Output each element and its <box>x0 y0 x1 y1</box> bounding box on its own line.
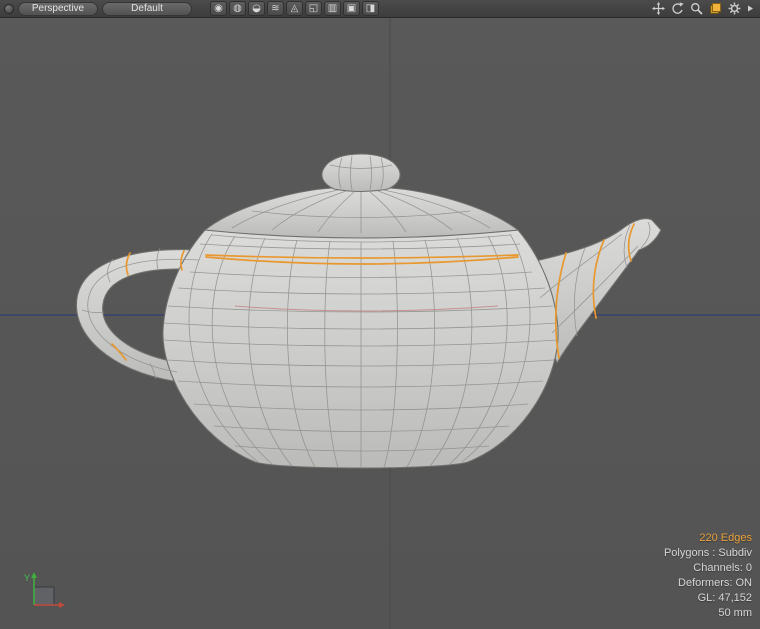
workplane-square <box>34 587 54 605</box>
draw-style-matcap-icon[interactable]: ◒ <box>248 1 265 16</box>
x-axis-arrow <box>59 602 65 608</box>
viewport-hud: 220 Edges Polygons : Subdiv Channels: 0 … <box>664 531 752 621</box>
settings-gear-icon[interactable] <box>727 1 742 16</box>
draw-style-grid-icon[interactable]: ▥ <box>324 1 341 16</box>
viewport-toolbar: Perspective Default ◉ ◍ ◒ ≋ ◬ ◱ ▥ ▣ ◨ <box>0 0 760 18</box>
hud-edge-count: 220 Edges <box>664 531 752 546</box>
draw-style-button-group: ◉ ◍ ◒ ≋ ◬ ◱ ▥ ▣ ◨ <box>210 1 379 16</box>
draw-style-shaded-icon[interactable]: ◉ <box>210 1 227 16</box>
hud-polygons: Polygons : Subdiv <box>664 546 752 561</box>
orbit-icon[interactable] <box>670 1 685 16</box>
viewport-3d[interactable]: Y 220 Edges Polygons : Subdiv Channels: … <box>0 18 760 629</box>
overflow-arrow-icon[interactable] <box>746 1 754 16</box>
modeling-app-window: Perspective Default ◉ ◍ ◒ ≋ ◬ ◱ ▥ ▣ ◨ <box>0 0 760 629</box>
hud-gl-count: GL: 47,152 <box>664 591 752 606</box>
zoom-icon[interactable] <box>689 1 704 16</box>
workplane-icon[interactable] <box>708 1 723 16</box>
y-axis-label: Y <box>24 573 30 583</box>
teapot-lid <box>205 188 518 238</box>
axis-gizmo: Y <box>24 569 72 617</box>
teapot-body <box>163 230 558 468</box>
hud-lens: 50 mm <box>664 606 752 621</box>
draw-style-split-icon[interactable]: ◨ <box>362 1 379 16</box>
teapot-scene <box>0 18 760 629</box>
viewport-nav-tools <box>651 1 756 16</box>
pan-icon[interactable] <box>651 1 666 16</box>
draw-style-globe-icon[interactable]: ◍ <box>229 1 246 16</box>
shading-preset-button[interactable]: Default <box>102 2 192 16</box>
draw-style-mesh-icon[interactable]: ◬ <box>286 1 303 16</box>
viewport-type-button[interactable]: Perspective <box>18 2 98 16</box>
draw-style-wireframe-icon[interactable]: ≋ <box>267 1 284 16</box>
draw-style-cage-icon[interactable]: ▣ <box>343 1 360 16</box>
teapot-knob <box>322 154 400 192</box>
y-axis-arrow <box>31 572 37 578</box>
hud-channels: Channels: 0 <box>664 561 752 576</box>
hud-deformers: Deformers: ON <box>664 576 752 591</box>
viewport-options-dot-button[interactable] <box>4 4 14 14</box>
draw-style-uv-icon[interactable]: ◱ <box>305 1 322 16</box>
